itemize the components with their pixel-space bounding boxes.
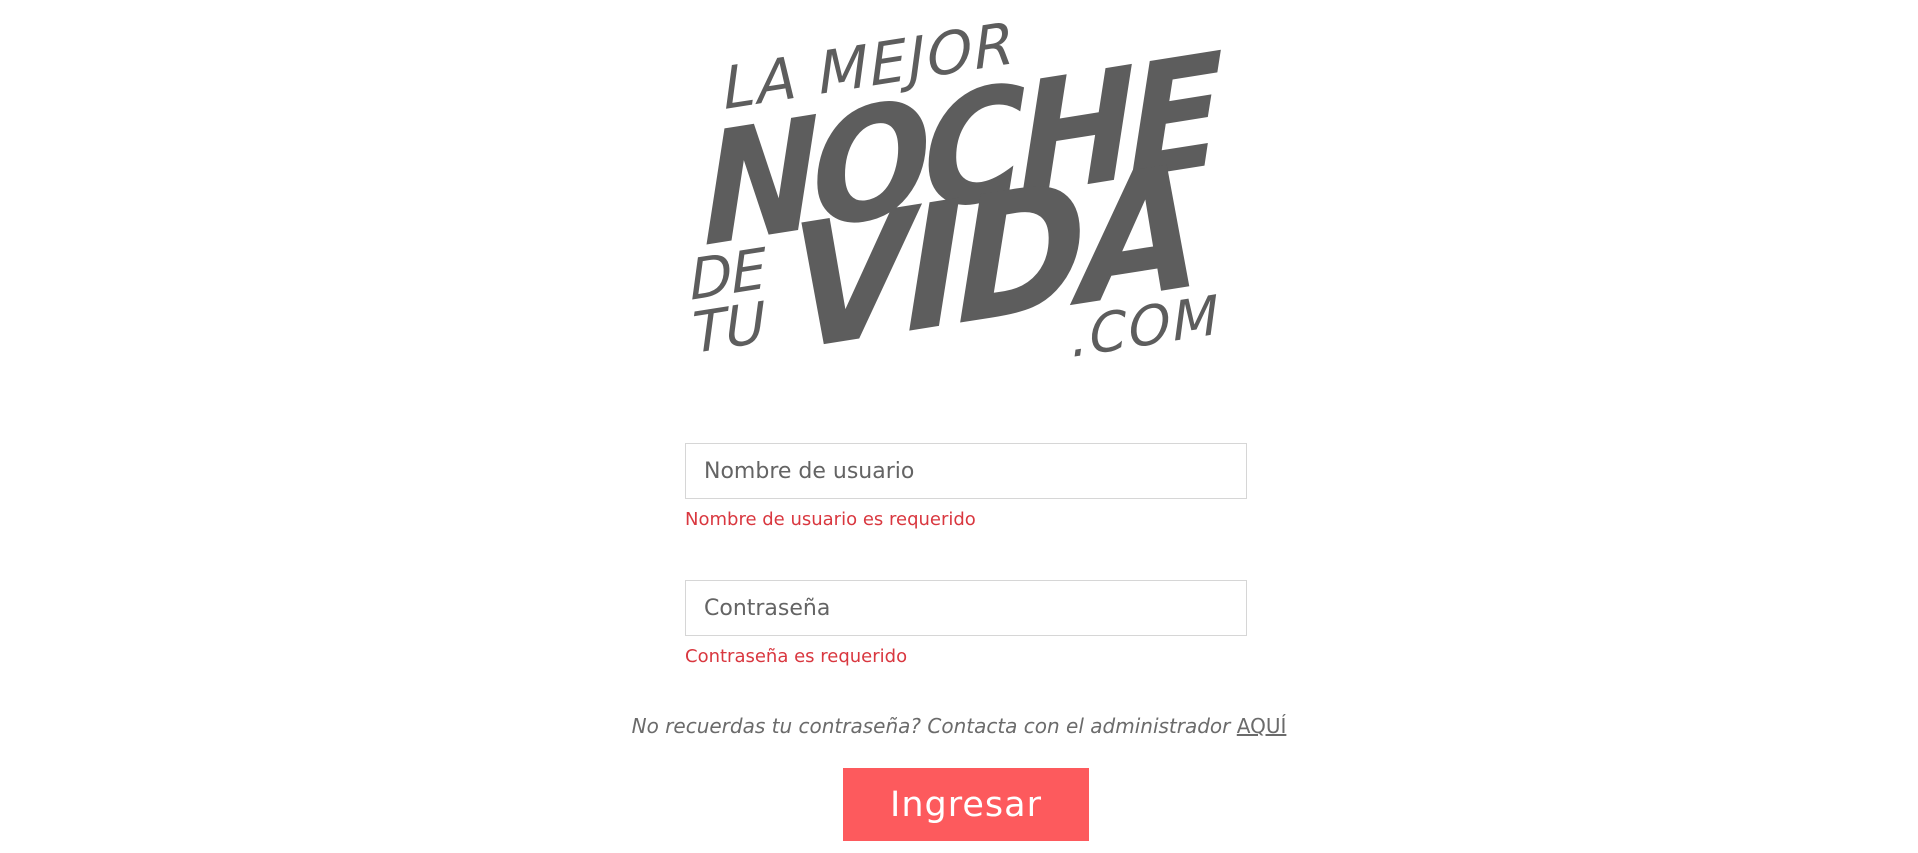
password-input[interactable]	[704, 595, 1228, 621]
password-field-box	[685, 580, 1247, 636]
username-error: Nombre de usuario es requerido	[685, 509, 976, 530]
username-field-box	[685, 443, 1247, 499]
login-form: Nombre de usuario es requerido Contraseñ…	[685, 443, 1247, 670]
username-group: Nombre de usuario es requerido	[685, 443, 1247, 533]
login-button[interactable]: Ingresar	[843, 768, 1089, 841]
logo-line-de-tu: DE TU	[688, 237, 769, 368]
logo-line-tu: TU	[690, 290, 767, 368]
forgot-password-row: No recuerdas tu contraseña? Contacta con…	[0, 714, 1918, 738]
username-input[interactable]	[704, 458, 1228, 484]
contact-admin-link[interactable]: AQUÍ	[1237, 714, 1287, 738]
login-page: LA MEJOR NOCHE DE TU VIDA .COM Nombre de …	[0, 0, 1918, 853]
brand-logo: LA MEJOR NOCHE DE TU VIDA .COM	[680, 8, 1260, 390]
forgot-password-text: No recuerdas tu contraseña? Contacta con…	[631, 714, 1237, 738]
password-error: Contraseña es requerido	[685, 646, 908, 667]
password-group: Contraseña es requerido	[685, 580, 1247, 670]
